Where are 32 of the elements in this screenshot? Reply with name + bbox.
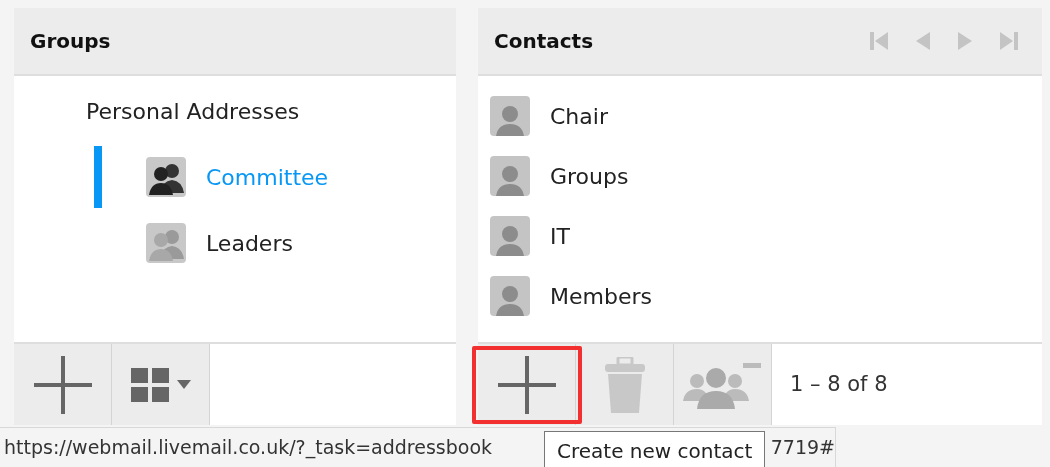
next-page-icon[interactable] bbox=[958, 32, 972, 50]
add-group-button[interactable] bbox=[14, 344, 112, 425]
status-url: https://webmail.livemail.co.uk/?_task=addressbook bbox=[3, 435, 494, 461]
grid-icon bbox=[130, 367, 169, 402]
person-icon bbox=[490, 96, 530, 136]
plus-icon bbox=[33, 355, 92, 414]
panel-title: Contacts bbox=[494, 28, 595, 55]
trash-icon bbox=[604, 356, 645, 413]
remove-from-group-button[interactable] bbox=[674, 344, 772, 425]
previous-page-icon[interactable] bbox=[916, 32, 930, 50]
contact-name[interactable]: Groups bbox=[550, 159, 629, 193]
group-item[interactable]: Personal Addresses bbox=[86, 94, 300, 128]
contact-name[interactable]: Members bbox=[550, 279, 652, 313]
last-page-icon[interactable] bbox=[1000, 32, 1018, 50]
person-icon bbox=[490, 276, 530, 316]
first-page-icon[interactable] bbox=[870, 32, 888, 50]
contact-name[interactable]: Chair bbox=[550, 99, 608, 133]
tooltip: Create new contact bbox=[544, 431, 766, 467]
contact-name[interactable]: IT bbox=[550, 219, 570, 253]
contact-count: 1 – 8 of 8 bbox=[790, 370, 888, 398]
group-actions-button[interactable] bbox=[112, 344, 210, 425]
group-minus-icon bbox=[682, 360, 763, 409]
delete-button[interactable] bbox=[576, 344, 674, 425]
group-icon bbox=[146, 157, 186, 197]
group-icon bbox=[146, 223, 186, 263]
caret-icon bbox=[176, 380, 191, 389]
status-url: 7719# bbox=[770, 435, 835, 461]
plus-icon bbox=[497, 355, 556, 414]
person-icon bbox=[490, 216, 530, 256]
group-item[interactable]: Leaders bbox=[206, 226, 293, 260]
panel-title: Groups bbox=[30, 28, 111, 55]
person-icon bbox=[490, 156, 530, 196]
